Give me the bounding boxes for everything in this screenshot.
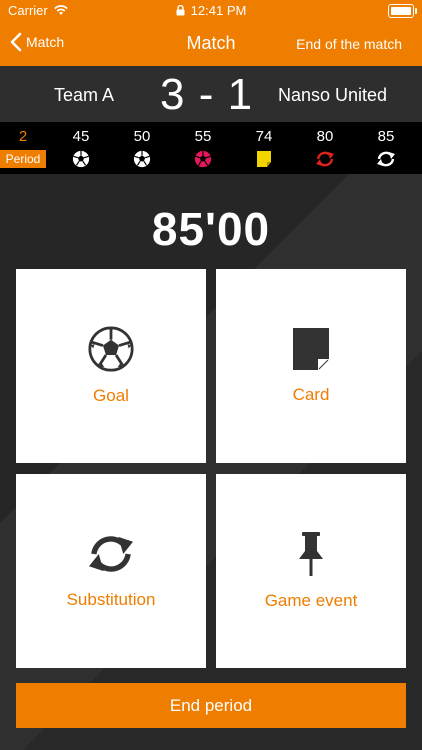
yellow-card-icon xyxy=(257,151,271,167)
lock-icon xyxy=(176,5,185,16)
event-minute: 74 xyxy=(255,128,273,145)
scoreboard: Team A 3 - 1 Nanso United xyxy=(0,66,422,122)
navigation-bar: Match Match End of the match xyxy=(0,22,422,66)
timeline-event[interactable]: 74 xyxy=(244,128,284,168)
substitution-button[interactable]: Substitution xyxy=(16,474,206,668)
football-icon xyxy=(88,326,134,372)
team-a-name: Team A xyxy=(54,85,115,105)
main-content: 85'00 Goal Card Substitution Game event … xyxy=(0,174,422,750)
period-indicator: 2 xyxy=(0,128,46,146)
timeline-event[interactable]: 45 xyxy=(61,128,101,168)
football-icon xyxy=(194,150,212,168)
event-minute: 50 xyxy=(133,128,151,145)
event-minute: 80 xyxy=(316,128,334,145)
timeline-event[interactable]: 80 xyxy=(305,128,345,168)
pushpin-icon xyxy=(299,532,323,576)
goal-label: Goal xyxy=(93,386,129,405)
event-minute: 85 xyxy=(377,128,395,145)
period-number: 2 xyxy=(18,128,28,145)
team-b-name: Nanso United xyxy=(278,85,388,105)
event-minute: 55 xyxy=(194,128,212,145)
card-label: Card xyxy=(292,385,330,404)
score: 3 - 1 xyxy=(160,70,254,119)
substitution-icon xyxy=(377,151,395,167)
substitution-icon xyxy=(316,151,334,167)
timeline-event[interactable]: 55 xyxy=(183,128,223,168)
header-bar: Carrier 12:41 PM Match Match End of the … xyxy=(0,0,422,66)
status-bar: Carrier 12:41 PM xyxy=(0,0,422,22)
football-icon xyxy=(72,150,90,168)
game-event-button[interactable]: Game event xyxy=(216,474,406,668)
goal-button[interactable]: Goal xyxy=(16,269,206,463)
end-match-button[interactable]: End of the match xyxy=(296,36,402,52)
period-badge: Period xyxy=(0,150,46,168)
clock-time: 12:41 PM xyxy=(190,3,247,18)
card-icon xyxy=(293,328,329,370)
battery-icon xyxy=(388,4,417,18)
timeline-event[interactable]: 85 xyxy=(366,128,406,168)
football-icon xyxy=(133,150,151,168)
substitution-label: Substitution xyxy=(66,590,156,609)
event-minute: 45 xyxy=(72,128,90,145)
game-event-label: Game event xyxy=(264,591,358,610)
event-timeline: 2 Period 45 50 55 74 80 85 xyxy=(0,122,422,174)
substitution-icon xyxy=(89,536,133,572)
card-button[interactable]: Card xyxy=(216,269,406,463)
end-period-button[interactable]: End period xyxy=(16,683,406,728)
timeline-event[interactable]: 50 xyxy=(122,128,162,168)
match-clock: 85'00 xyxy=(151,203,271,255)
